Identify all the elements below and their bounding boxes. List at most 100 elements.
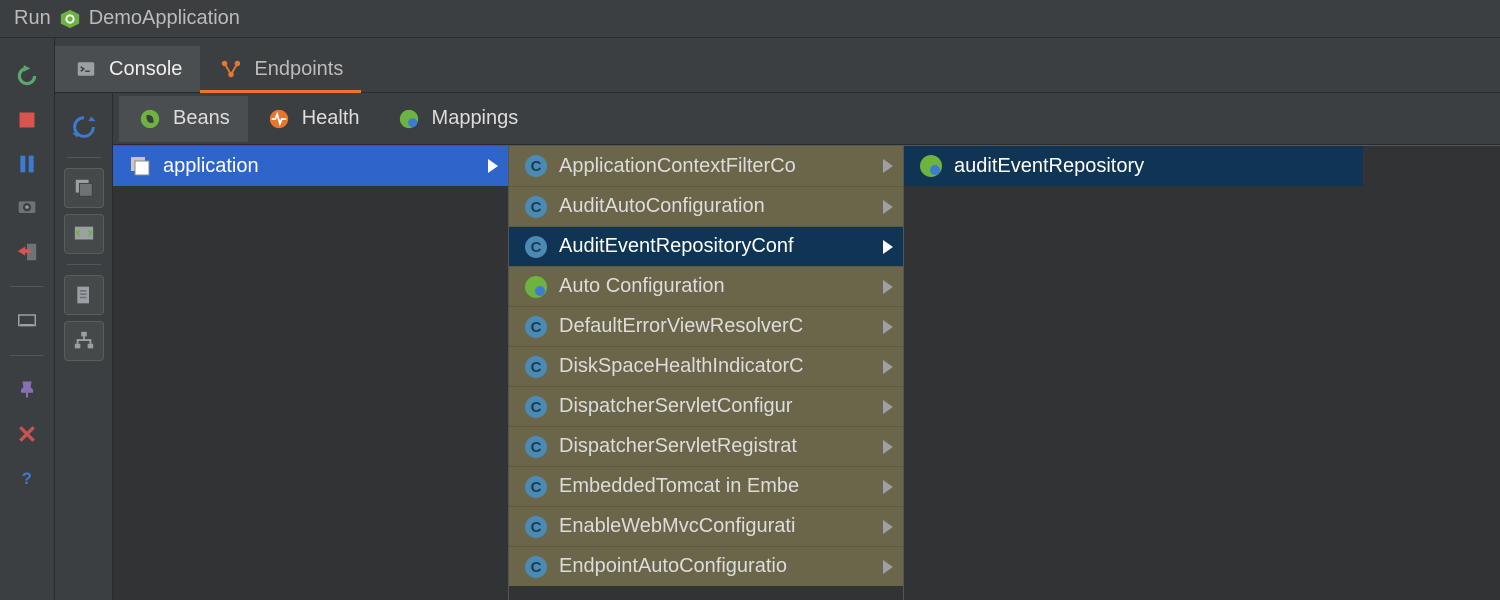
chevron-right-icon <box>883 400 893 414</box>
config-item-label: AuditEventRepositoryConf <box>559 235 873 258</box>
chevron-right-icon <box>883 520 893 534</box>
endpoints-icon <box>218 56 244 82</box>
tab-endpoints-label: Endpoints <box>254 58 343 81</box>
svg-text:C: C <box>531 158 542 175</box>
chevron-right-icon <box>883 159 893 173</box>
close-icon[interactable] <box>13 420 41 448</box>
bean-item-label: auditEventRepository <box>954 155 1353 178</box>
svg-text:?: ? <box>22 470 32 488</box>
context-item[interactable]: application <box>113 146 508 186</box>
svg-text:C: C <box>531 559 542 576</box>
subtab-health[interactable]: Health <box>248 96 378 142</box>
health-icon <box>266 106 292 132</box>
svg-text:C: C <box>531 439 542 456</box>
pin-icon[interactable] <box>13 376 41 404</box>
svg-text:C: C <box>531 199 542 216</box>
tab-console[interactable]: Console <box>55 46 200 92</box>
subtab-beans-label: Beans <box>173 107 230 130</box>
endpoint-subtabs: Beans Health Mappings <box>113 93 1500 145</box>
run-tabstrip: Console Endpoints <box>55 38 1500 93</box>
column-bean: auditEventRepository <box>903 146 1363 600</box>
config-item-label: DispatcherServletConfigur <box>559 395 873 418</box>
run-action-rail: ? <box>0 38 55 600</box>
run-label: Run <box>14 7 51 30</box>
layout-icon[interactable] <box>13 307 41 335</box>
config-item-label: Auto Configuration <box>559 275 873 298</box>
bean-icon <box>137 106 163 132</box>
chevron-right-icon <box>883 320 893 334</box>
class-icon: C <box>523 153 549 179</box>
config-item-label: AuditAutoConfiguration <box>559 195 873 218</box>
subtab-beans[interactable]: Beans <box>119 96 248 142</box>
config-item-label: DefaultErrorViewResolverC <box>559 315 873 338</box>
config-item[interactable]: CEmbeddedTomcat in Embe <box>509 466 903 506</box>
config-item-label: DiskSpaceHealthIndicatorC <box>559 355 873 378</box>
rerun-icon[interactable] <box>13 62 41 90</box>
bean-item[interactable]: auditEventRepository <box>904 146 1363 186</box>
class-icon: C <box>523 314 549 340</box>
config-item[interactable]: C DispatcherServletConfigur <box>509 386 903 426</box>
chevron-right-icon <box>883 480 893 494</box>
tab-console-label: Console <box>109 58 182 81</box>
doc-icon[interactable] <box>64 275 104 315</box>
config-item[interactable]: C EnableWebMvcConfigurati <box>509 506 903 546</box>
config-item[interactable]: C DispatcherServletRegistrat <box>509 426 903 466</box>
endpoint-tool-rail <box>55 93 113 600</box>
help-icon[interactable]: ? <box>13 464 41 492</box>
refresh-icon[interactable] <box>70 107 98 147</box>
config-item-label: EnableWebMvcConfigurati <box>559 515 873 538</box>
spring-icon <box>523 274 549 300</box>
config-item[interactable]: C AuditEventRepositoryConf <box>509 226 903 266</box>
dump-threads-icon[interactable] <box>13 194 41 222</box>
class-icon: C <box>523 354 549 380</box>
config-item-label: ApplicationContextFilterCo <box>559 155 873 178</box>
svg-text:C: C <box>531 359 542 376</box>
chevron-right-icon <box>488 159 498 173</box>
subtab-mappings-label: Mappings <box>432 107 519 130</box>
config-item[interactable]: C DiskSpaceHealthIndicatorC <box>509 346 903 386</box>
chevron-right-icon <box>883 440 893 454</box>
chevron-right-icon <box>883 200 893 214</box>
separator <box>67 157 101 158</box>
subtab-mappings[interactable]: Mappings <box>378 96 537 142</box>
class-icon: C <box>523 474 549 500</box>
class-icon: C <box>523 234 549 260</box>
run-toolwindow-header: Run DemoApplication <box>0 0 1500 38</box>
copy-all-icon[interactable] <box>64 168 104 208</box>
console-icon <box>73 56 99 82</box>
separator <box>10 355 44 356</box>
config-item[interactable]: C DefaultErrorViewResolverC <box>509 306 903 346</box>
separator <box>67 264 101 265</box>
stack-icon <box>127 153 153 179</box>
stop-icon[interactable] <box>13 106 41 134</box>
context-item-label: application <box>163 155 478 178</box>
tab-endpoints[interactable]: Endpoints <box>200 46 361 92</box>
class-icon: C <box>523 514 549 540</box>
config-item[interactable]: Auto Configuration <box>509 266 903 306</box>
subtab-health-label: Health <box>302 107 360 130</box>
chevron-right-icon <box>883 360 893 374</box>
svg-text:C: C <box>531 239 542 256</box>
diff-icon[interactable] <box>64 214 104 254</box>
svg-text:C: C <box>531 519 542 536</box>
svg-text:C: C <box>531 399 542 416</box>
exit-icon[interactable] <box>13 238 41 266</box>
beans-columns: application CApplicationContextFilterCoC… <box>113 145 1500 600</box>
svg-text:C: C <box>531 319 542 336</box>
svg-text:C: C <box>531 479 542 496</box>
separator <box>10 286 44 287</box>
class-icon: C <box>523 194 549 220</box>
diagram-icon[interactable] <box>64 321 104 361</box>
chevron-right-icon <box>883 280 893 294</box>
chevron-right-icon <box>883 240 893 254</box>
config-item[interactable]: C ApplicationContextFilterCo <box>509 146 903 186</box>
config-item-label: DispatcherServletRegistrat <box>559 435 873 458</box>
config-item[interactable]: C AuditAutoConfiguration <box>509 186 903 226</box>
class-icon: C <box>523 554 549 580</box>
class-icon: C <box>523 434 549 460</box>
run-config-name: DemoApplication <box>89 7 240 30</box>
config-item[interactable]: C EndpointAutoConfiguratio <box>509 546 903 586</box>
pause-icon[interactable] <box>13 150 41 178</box>
class-icon: C <box>523 394 549 420</box>
config-item-label: EndpointAutoConfiguratio <box>559 555 873 578</box>
